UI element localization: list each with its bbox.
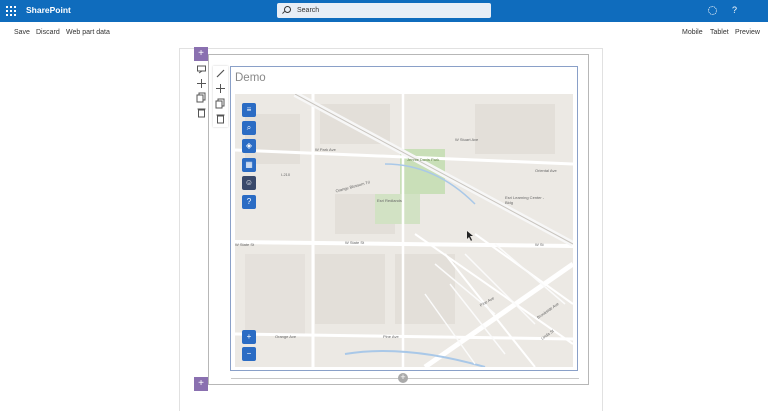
map-label: Orange Ave: [275, 334, 297, 339]
delete-icon[interactable]: [196, 107, 207, 118]
gear-icon[interactable]: [708, 6, 717, 15]
search-box[interactable]: Search: [277, 3, 491, 18]
brand-title[interactable]: SharePoint: [26, 5, 71, 15]
duplicate-icon[interactable]: [196, 92, 207, 103]
add-section-top-button[interactable]: +: [194, 47, 208, 61]
suite-header: SharePoint Search ?: [0, 0, 768, 22]
map-label: Oriental Ave: [535, 168, 557, 173]
zoom-in-button[interactable]: +: [242, 330, 256, 344]
avatar-icon[interactable]: ☺: [242, 176, 256, 190]
save-button[interactable]: Save: [14, 29, 30, 36]
command-bar: Save Discard Web part data Mobile Tablet…: [0, 22, 768, 44]
app-launcher-icon[interactable]: [5, 5, 17, 17]
basemap-gallery-icon[interactable]: ▦: [242, 158, 256, 172]
search-icon[interactable]: ⌕: [242, 121, 256, 135]
map-label: W State St: [235, 242, 255, 247]
menu-icon[interactable]: ≡: [242, 103, 256, 117]
map-label: W Park Ave: [315, 147, 336, 152]
pencil-icon[interactable]: [215, 68, 226, 79]
map-label: W State St: [345, 240, 365, 245]
mouse-cursor-icon: [467, 231, 473, 241]
map-tiles: [235, 94, 573, 367]
add-section-bottom-button[interactable]: +: [194, 377, 208, 391]
move-icon[interactable]: [196, 78, 207, 89]
layers-icon[interactable]: ◈: [242, 139, 256, 153]
map-label: W St: [535, 242, 544, 247]
map-label: Esri Learning Center - Bldg: [505, 195, 545, 205]
map-label: Jennie Davis Park: [407, 157, 440, 162]
edit-section-icon[interactable]: [196, 64, 207, 75]
add-webpart-button[interactable]: +: [398, 373, 408, 383]
map-label: I-210: [281, 172, 291, 177]
webpart-toolbar: [213, 66, 228, 127]
mobile-preview-button[interactable]: Mobile: [682, 29, 703, 36]
trash-icon[interactable]: [215, 113, 226, 124]
help-icon[interactable]: ?: [242, 195, 256, 209]
tablet-preview-button[interactable]: Tablet: [710, 29, 729, 36]
web-part-data-button[interactable]: Web part data: [66, 29, 110, 36]
zoom-out-button[interactable]: −: [242, 347, 256, 361]
webpart-title: Demo: [235, 72, 266, 84]
copy-icon[interactable]: [215, 98, 226, 109]
map-label: W Stuart Ave: [455, 137, 479, 142]
search-placeholder: Search: [297, 7, 320, 14]
preview-button[interactable]: Preview: [735, 29, 760, 36]
help-icon[interactable]: ?: [732, 5, 737, 15]
map-label: Pine Ave: [383, 334, 399, 339]
map-view[interactable]: W Park Ave W Stuart Ave Oriental Ave W S…: [235, 94, 573, 367]
search-icon: [284, 6, 291, 13]
discard-button[interactable]: Discard: [36, 29, 60, 36]
move-icon[interactable]: [215, 83, 226, 94]
map-label: Esri Redlands: [377, 198, 402, 203]
map-webpart[interactable]: Demo W Park Ave W Stuart Ave Oriental Av…: [230, 66, 578, 371]
